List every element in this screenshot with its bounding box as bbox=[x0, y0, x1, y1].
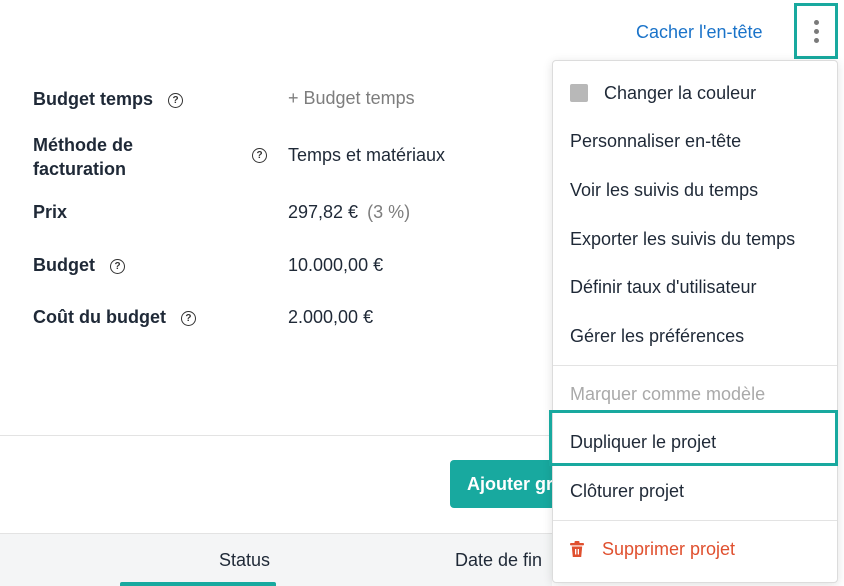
menu-item-export-time-tracking[interactable]: Exporter les suivis du temps bbox=[570, 229, 795, 250]
options-menu: Changer la couleur Personnaliser en-tête… bbox=[552, 60, 838, 583]
menu-item-manage-preferences[interactable]: Gérer les préférences bbox=[570, 326, 744, 347]
table-header: Status Date de fin bbox=[0, 533, 552, 586]
field-billing-method: Méthode de facturation bbox=[33, 135, 134, 179]
menu-item-change-color[interactable]: Changer la couleur bbox=[570, 83, 756, 104]
field-budget: Budget ? bbox=[33, 255, 126, 276]
help-icon[interactable]: ? bbox=[252, 148, 267, 163]
section-divider bbox=[0, 435, 552, 436]
budget-cost-value[interactable]: 2.000,00 € bbox=[288, 307, 373, 328]
help-icon[interactable]: ? bbox=[110, 259, 126, 274]
more-vertical-icon bbox=[813, 19, 819, 25]
menu-item-close-project[interactable]: Clôturer projet bbox=[570, 481, 684, 502]
duplicate-project-highlight bbox=[549, 410, 838, 466]
add-time-budget-link[interactable]: + Budget temps bbox=[288, 88, 415, 109]
trash-icon bbox=[570, 541, 584, 562]
column-status[interactable]: Status bbox=[219, 550, 270, 571]
price-value: 297,82 € (3 %) bbox=[288, 202, 411, 222]
hide-header-link[interactable]: Cacher l'en-tête bbox=[636, 22, 763, 43]
billing-method-value[interactable]: Temps et matériaux bbox=[288, 145, 445, 166]
field-time-budget: Budget temps ? bbox=[33, 89, 184, 110]
help-icon[interactable]: ? bbox=[168, 93, 184, 108]
status-pill bbox=[120, 582, 276, 586]
menu-divider bbox=[553, 520, 837, 521]
more-options-button[interactable] bbox=[794, 3, 838, 59]
add-group-button[interactable]: Ajouter gr bbox=[450, 460, 560, 508]
menu-item-customize-header[interactable]: Personnaliser en-tête bbox=[570, 131, 741, 152]
menu-item-view-time-tracking[interactable]: Voir les suivis du temps bbox=[570, 180, 758, 201]
menu-item-set-user-rate[interactable]: Définir taux d'utilisateur bbox=[570, 277, 757, 298]
menu-item-delete-project[interactable]: Supprimer projet bbox=[570, 539, 735, 562]
column-end-date[interactable]: Date de fin bbox=[455, 550, 542, 571]
menu-divider bbox=[553, 365, 837, 366]
field-budget-cost: Coût du budget ? bbox=[33, 307, 196, 328]
color-swatch-icon bbox=[570, 84, 588, 102]
menu-item-mark-as-template: Marquer comme modèle bbox=[570, 384, 766, 404]
help-icon[interactable]: ? bbox=[180, 311, 196, 326]
field-price: Prix bbox=[33, 202, 68, 222]
budget-value[interactable]: 10.000,00 € bbox=[288, 255, 383, 276]
